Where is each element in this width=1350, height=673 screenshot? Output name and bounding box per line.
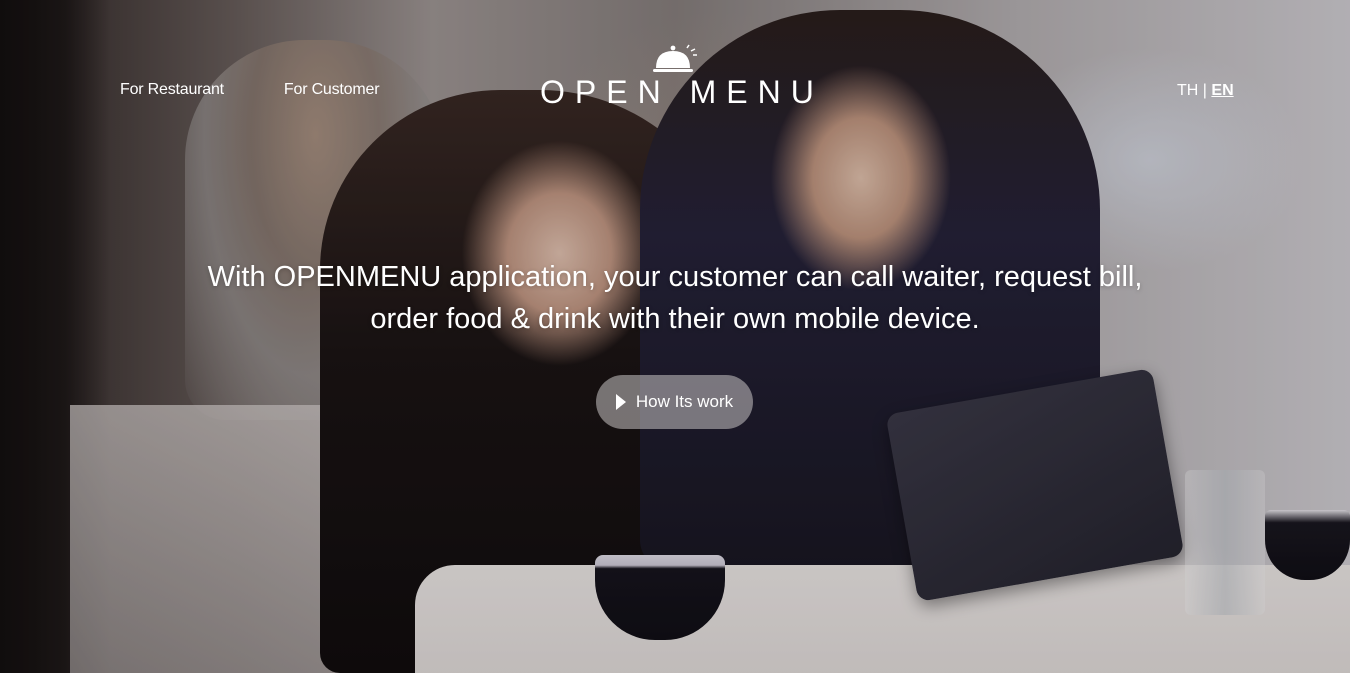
logo[interactable]: OPEN MENU bbox=[540, 44, 824, 110]
language-switcher: TH | EN bbox=[1177, 82, 1234, 100]
how-its-work-button[interactable]: How Its work bbox=[596, 375, 753, 429]
play-icon bbox=[615, 394, 626, 410]
cloche-icon bbox=[653, 44, 697, 72]
lang-separator: | bbox=[1202, 82, 1207, 99]
hero-section: For Restaurant For Customer OPEN MENU TH… bbox=[0, 0, 1350, 673]
nav-link-for-customer[interactable]: For Customer bbox=[284, 81, 380, 99]
main-nav: For Restaurant For Customer bbox=[120, 81, 380, 99]
lang-en[interactable]: EN bbox=[1211, 82, 1233, 99]
how-its-work-label: How Its work bbox=[635, 392, 734, 411]
hero-tagline: With OPENMENU application, your customer… bbox=[207, 261, 1143, 335]
lang-th[interactable]: TH bbox=[1177, 82, 1198, 99]
nav-link-for-restaurant[interactable]: For Restaurant bbox=[120, 81, 224, 99]
logo-text: OPEN MENU bbox=[540, 74, 824, 110]
